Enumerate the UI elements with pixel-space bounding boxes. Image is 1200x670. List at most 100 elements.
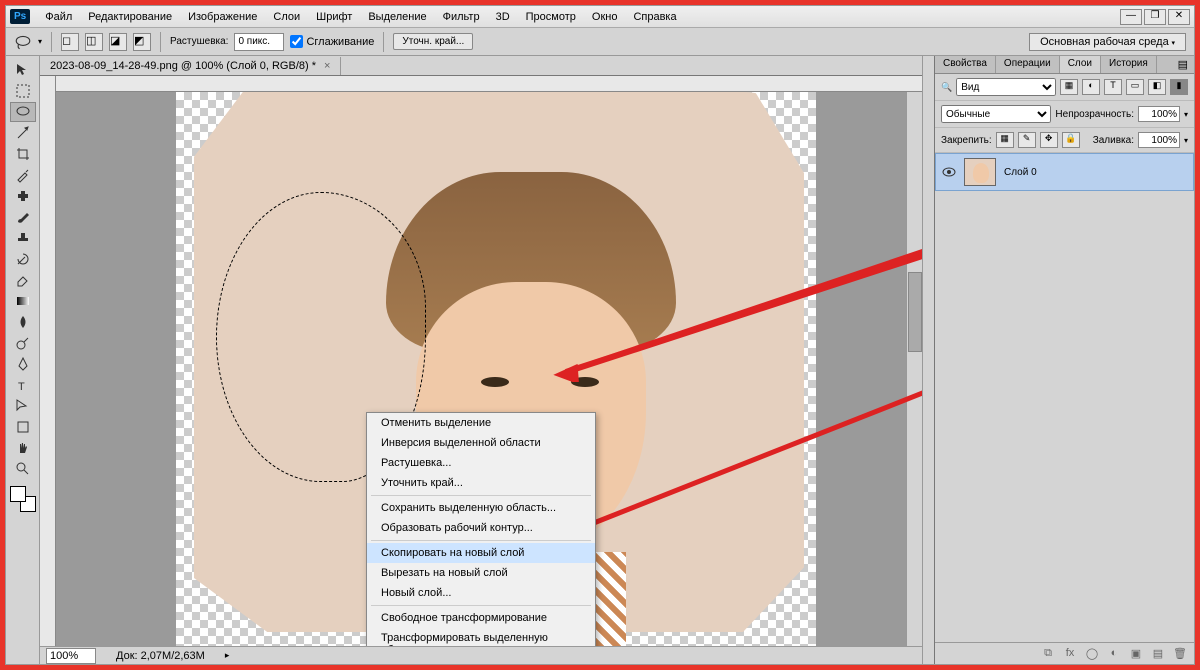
context-menu-item[interactable]: Уточнить край...	[367, 473, 595, 493]
context-menu-item[interactable]: Вырезать на новый слой	[367, 563, 595, 583]
move-tool[interactable]	[10, 60, 36, 80]
maximize-button[interactable]: ❐	[1144, 9, 1166, 25]
visibility-icon[interactable]	[942, 167, 956, 177]
mask-icon[interactable]: ◯	[1084, 647, 1100, 661]
blend-mode-select[interactable]: Обычные	[941, 105, 1051, 123]
main-area: T 2023-08-09_14-28-49.png @ 100% (Слой 0…	[6, 56, 1194, 664]
context-menu-item[interactable]: Образовать рабочий контур...	[367, 518, 595, 538]
layer-kind-select[interactable]: Вид	[956, 78, 1056, 96]
context-menu-item[interactable]: Инверсия выделенной области	[367, 433, 595, 453]
wand-tool[interactable]	[10, 123, 36, 143]
type-tool[interactable]: T	[10, 375, 36, 395]
link-icon[interactable]: ⧉	[1040, 647, 1056, 661]
selection-add-icon[interactable]: ◫	[85, 33, 103, 51]
menu-file[interactable]: Файл	[38, 8, 79, 26]
layer-name[interactable]: Слой 0	[1004, 167, 1037, 178]
color-swatches[interactable]	[10, 486, 36, 512]
filter-type-icon[interactable]: T	[1104, 79, 1122, 95]
selection-sub-icon[interactable]: ◪	[109, 33, 127, 51]
shape-tool[interactable]	[10, 417, 36, 437]
brush-tool[interactable]	[10, 207, 36, 227]
layer-thumbnail[interactable]	[964, 158, 996, 186]
new-layer-icon[interactable]: ▤	[1150, 647, 1166, 661]
selection-intersect-icon[interactable]: ◩	[133, 33, 151, 51]
titlebar: Ps Файл Редактирование Изображение Слои …	[6, 6, 1194, 28]
context-menu-item[interactable]: Скопировать на новый слой	[367, 543, 595, 563]
ruler-horizontal[interactable]	[56, 76, 922, 92]
panel-collapse-strip[interactable]	[922, 56, 934, 664]
toolbox: T	[6, 56, 40, 664]
menu-edit[interactable]: Редактирование	[81, 8, 179, 26]
panel-tabs: Свойства Операции Слои История ▤	[935, 56, 1194, 74]
adjustment-icon[interactable]: ◐	[1106, 647, 1122, 661]
lock-trans-icon[interactable]: ▦	[996, 132, 1014, 148]
filter-shape-icon[interactable]: ▭	[1126, 79, 1144, 95]
fx-icon[interactable]: fx	[1062, 647, 1078, 661]
document-tab[interactable]: 2023-08-09_14-28-49.png @ 100% (Слой 0, …	[40, 57, 341, 75]
lasso-tool[interactable]	[10, 102, 36, 122]
trash-icon[interactable]: 🗑	[1172, 647, 1188, 661]
antialias-checkbox[interactable]: Сглаживание	[290, 35, 374, 48]
window-controls: — ❐ ✕	[1120, 9, 1190, 25]
filter-adjust-icon[interactable]: ◐	[1082, 79, 1100, 95]
menu-filter[interactable]: Фильтр	[436, 8, 487, 26]
menu-type[interactable]: Шрифт	[309, 8, 359, 26]
eyedropper-tool[interactable]	[10, 165, 36, 185]
context-menu-item[interactable]: Сохранить выделенную область...	[367, 498, 595, 518]
lock-pos-icon[interactable]: ✥	[1040, 132, 1058, 148]
menu-view[interactable]: Просмотр	[519, 8, 583, 26]
tab-properties[interactable]: Свойства	[935, 56, 996, 73]
scrollbar-vertical[interactable]	[906, 92, 922, 646]
filter-smart-icon[interactable]: ◧	[1148, 79, 1166, 95]
crop-tool[interactable]	[10, 144, 36, 164]
filter-toggle[interactable]: ▮	[1170, 79, 1188, 95]
opacity-input[interactable]	[1138, 106, 1180, 122]
eraser-tool[interactable]	[10, 270, 36, 290]
filter-pixel-icon[interactable]: ▦	[1060, 79, 1078, 95]
ruler-vertical[interactable]	[40, 76, 56, 646]
pen-tool[interactable]	[10, 354, 36, 374]
menu-select[interactable]: Выделение	[361, 8, 433, 26]
lock-all-icon[interactable]: 🔒	[1062, 132, 1080, 148]
heal-tool[interactable]	[10, 186, 36, 206]
workspace-switcher[interactable]: Основная рабочая среда ▾	[1029, 33, 1186, 51]
menu-3d[interactable]: 3D	[489, 8, 517, 26]
panel-menu-icon[interactable]: ▤	[1172, 56, 1194, 73]
layers-list: Слой 0	[935, 153, 1194, 642]
context-menu: Отменить выделениеИнверсия выделенной об…	[366, 412, 596, 646]
lock-pixels-icon[interactable]: ✎	[1018, 132, 1036, 148]
menu-layers[interactable]: Слои	[266, 8, 307, 26]
feather-input[interactable]	[234, 33, 284, 51]
tab-actions[interactable]: Операции	[996, 56, 1060, 73]
group-icon[interactable]: ▣	[1128, 647, 1144, 661]
menu-help[interactable]: Справка	[626, 8, 683, 26]
fill-input[interactable]	[1138, 132, 1180, 148]
hand-tool[interactable]	[10, 438, 36, 458]
tab-close-icon[interactable]: ×	[324, 60, 330, 72]
selection-new-icon[interactable]: ◻	[61, 33, 79, 51]
tab-history[interactable]: История	[1101, 56, 1157, 73]
gradient-tool[interactable]	[10, 291, 36, 311]
context-menu-item[interactable]: Трансформировать выделенную область	[367, 628, 595, 646]
path-tool[interactable]	[10, 396, 36, 416]
layer-row[interactable]: Слой 0	[935, 153, 1194, 191]
marquee-tool[interactable]	[10, 81, 36, 101]
zoom-tool[interactable]	[10, 459, 36, 479]
fg-color-swatch[interactable]	[10, 486, 26, 502]
context-menu-item[interactable]: Новый слой...	[367, 583, 595, 603]
blur-tool[interactable]	[10, 312, 36, 332]
context-menu-item[interactable]: Отменить выделение	[367, 413, 595, 433]
close-button[interactable]: ✕	[1168, 9, 1190, 25]
menu-window[interactable]: Окно	[585, 8, 625, 26]
refine-edge-button[interactable]: Уточн. край...	[393, 33, 473, 50]
history-brush-tool[interactable]	[10, 249, 36, 269]
dodge-tool[interactable]	[10, 333, 36, 353]
canvas[interactable]: Отменить выделениеИнверсия выделенной об…	[56, 92, 922, 646]
context-menu-item[interactable]: Растушевка...	[367, 453, 595, 473]
tab-layers[interactable]: Слои	[1060, 56, 1101, 73]
stamp-tool[interactable]	[10, 228, 36, 248]
context-menu-item[interactable]: Свободное трансформирование	[367, 608, 595, 628]
menu-image[interactable]: Изображение	[181, 8, 264, 26]
minimize-button[interactable]: —	[1120, 9, 1142, 25]
zoom-input[interactable]	[46, 648, 96, 664]
